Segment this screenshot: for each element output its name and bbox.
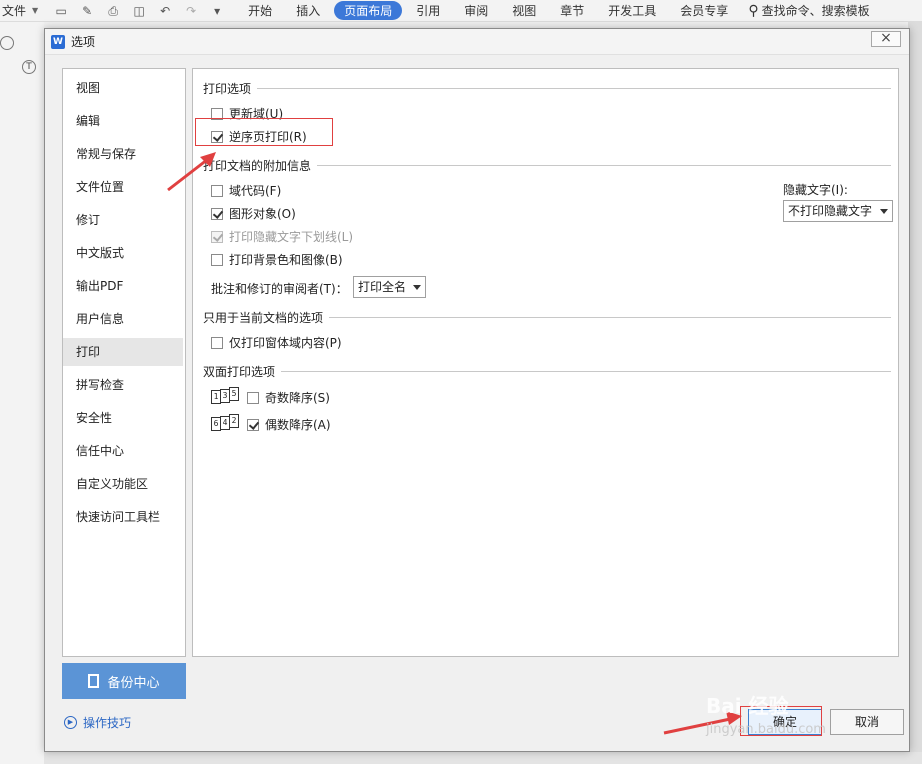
watermark: Bai 经验 jingyan.baidu.com — [706, 690, 906, 750]
watermark-sub: jingyan.baidu.com — [706, 722, 826, 737]
watermark-brand: Bai 经验 — [706, 694, 789, 718]
annotation-arrow — [167, 152, 742, 735]
